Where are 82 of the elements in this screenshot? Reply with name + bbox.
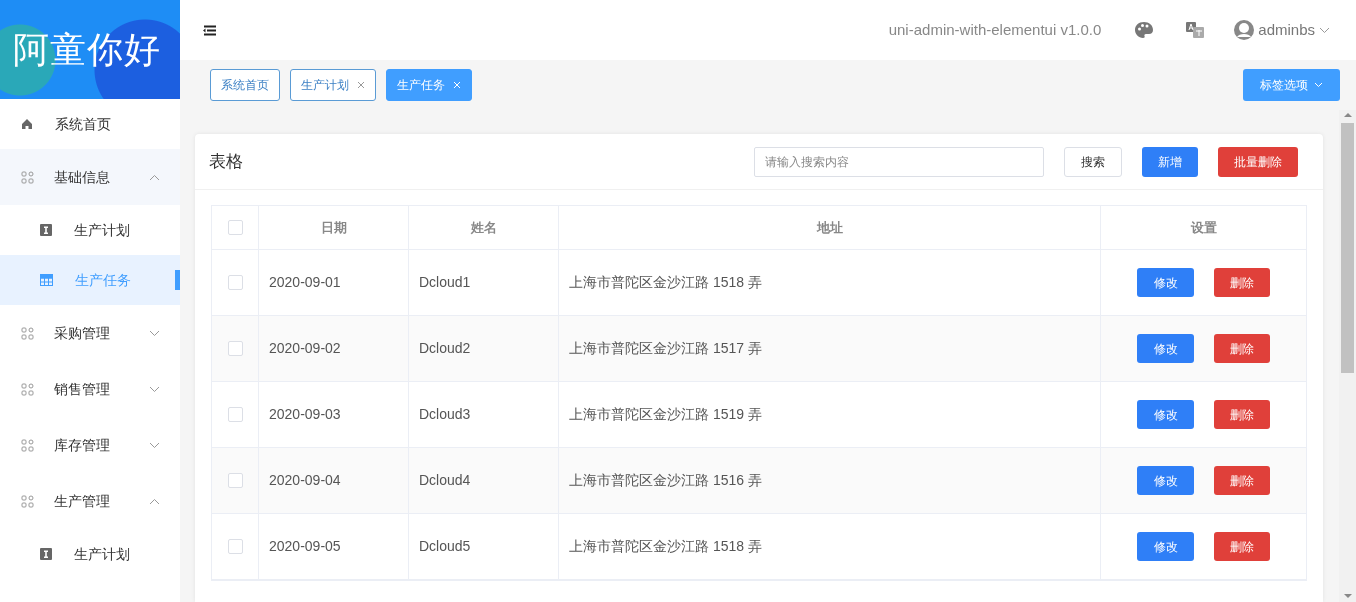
menu-icon[interactable] — [202, 24, 216, 36]
chevron-down-icon — [149, 329, 160, 337]
menu-group[interactable]: 生产管理 — [0, 473, 180, 529]
home-icon — [21, 118, 33, 130]
search-button[interactable]: 搜索 — [1064, 146, 1122, 177]
table-cell-text: 2020-09-01 — [269, 273, 341, 292]
checkbox[interactable] — [227, 539, 243, 554]
table-cell-text: Dcloud5 — [419, 537, 471, 556]
menu-group[interactable]: 库存管理 — [0, 417, 180, 473]
checkbox[interactable] — [227, 220, 243, 235]
table-cell-text: 上海市普陀区金沙江路 1519 弄 — [569, 405, 762, 424]
edit-button[interactable]: 修改 — [1137, 466, 1194, 495]
search-field[interactable]: 请输入搜索内容 — [754, 146, 1044, 177]
table-cell-text: 2020-09-02 — [269, 339, 341, 358]
grid-icon — [21, 494, 34, 508]
table-cell-text: Dcloud3 — [419, 405, 471, 424]
chevron-up-icon — [149, 497, 160, 505]
user-menu[interactable]: adminbs — [1234, 18, 1330, 42]
page-tab[interactable]: 生产计划 — [290, 69, 376, 101]
menu-item[interactable]: 系统首页 — [0, 99, 180, 149]
palette-icon[interactable] — [1134, 21, 1155, 39]
grid-icon — [21, 326, 34, 340]
chevron-down-icon — [149, 441, 160, 449]
chevron-down-icon — [1319, 26, 1330, 34]
menu-group[interactable]: 采购管理 — [0, 305, 180, 361]
grid-icon — [21, 170, 34, 184]
delete-button[interactable]: 删除 — [1214, 334, 1270, 363]
add-button[interactable]: 新增 — [1142, 146, 1198, 177]
table-icon — [40, 274, 53, 286]
app-version: uni-admin-with-elementui v1.0.0 — [888, 19, 1102, 40]
column-header: 设置 — [1190, 218, 1217, 237]
table-cell-text: Dcloud2 — [419, 339, 471, 358]
card-title: 表格 — [209, 150, 244, 173]
delete-button[interactable]: 删除 — [1214, 268, 1270, 297]
chevron-down-icon — [1314, 82, 1323, 88]
chevron-up-icon — [149, 173, 160, 181]
edit-button[interactable]: 修改 — [1137, 532, 1194, 561]
table-cell-text: Dcloud1 — [419, 273, 471, 292]
tag-options-button[interactable]: 标签选项 — [1243, 69, 1340, 101]
table-cell-text: 2020-09-05 — [269, 537, 341, 556]
column-header: 地址 — [816, 218, 843, 237]
table-cell-text: 2020-09-03 — [269, 405, 341, 424]
checkbox[interactable] — [227, 407, 243, 422]
menu-item[interactable]: 生产任务 — [0, 255, 180, 305]
translate-icon[interactable] — [1186, 22, 1205, 38]
table-cell-text: 上海市普陀区金沙江路 1518 弄 — [569, 537, 762, 556]
menu-group[interactable]: 销售管理 — [0, 361, 180, 417]
document-icon — [40, 548, 52, 560]
menu-item[interactable]: 生产计划 — [0, 529, 180, 579]
checkbox[interactable] — [227, 275, 243, 290]
scrollbar-thumb[interactable] — [1341, 123, 1354, 373]
table-cell-text: 上海市普陀区金沙江路 1518 弄 — [569, 273, 762, 292]
close-icon[interactable] — [357, 81, 365, 89]
grid-icon — [21, 382, 34, 396]
table-cell-text: 上海市普陀区金沙江路 1516 弄 — [569, 471, 762, 490]
document-icon — [40, 224, 52, 236]
page-tab[interactable]: 生产任务 — [386, 69, 472, 101]
logo-text: 阿童你好 — [13, 27, 161, 72]
chevron-down-icon — [149, 385, 160, 393]
edit-button[interactable]: 修改 — [1137, 334, 1194, 363]
delete-button[interactable]: 删除 — [1214, 466, 1270, 495]
menu-item[interactable]: 生产计划 — [0, 205, 180, 255]
scrollbar[interactable] — [1339, 110, 1356, 602]
table-cell-text: 2020-09-04 — [269, 471, 341, 490]
table-cell-text: 上海市普陀区金沙江路 1517 弄 — [569, 339, 762, 358]
batch-delete-button[interactable]: 批量删除 — [1218, 146, 1298, 177]
active-indicator — [175, 270, 180, 290]
delete-button[interactable]: 删除 — [1214, 400, 1270, 429]
edit-button[interactable]: 修改 — [1137, 400, 1194, 429]
checkbox[interactable] — [227, 473, 243, 488]
scroll-up-icon[interactable] — [1343, 113, 1352, 117]
user-avatar-icon — [1234, 20, 1255, 40]
column-header: 姓名 — [470, 218, 497, 237]
checkbox[interactable] — [227, 341, 243, 356]
scroll-down-icon[interactable] — [1343, 594, 1352, 598]
edit-button[interactable]: 修改 — [1137, 268, 1194, 297]
table-cell-text: Dcloud4 — [419, 471, 471, 490]
page-tab[interactable]: 系统首页 — [210, 69, 280, 101]
column-header: 日期 — [320, 218, 347, 237]
delete-button[interactable]: 删除 — [1214, 532, 1270, 561]
menu-group[interactable]: 基础信息 — [0, 149, 180, 205]
grid-icon — [21, 438, 34, 452]
